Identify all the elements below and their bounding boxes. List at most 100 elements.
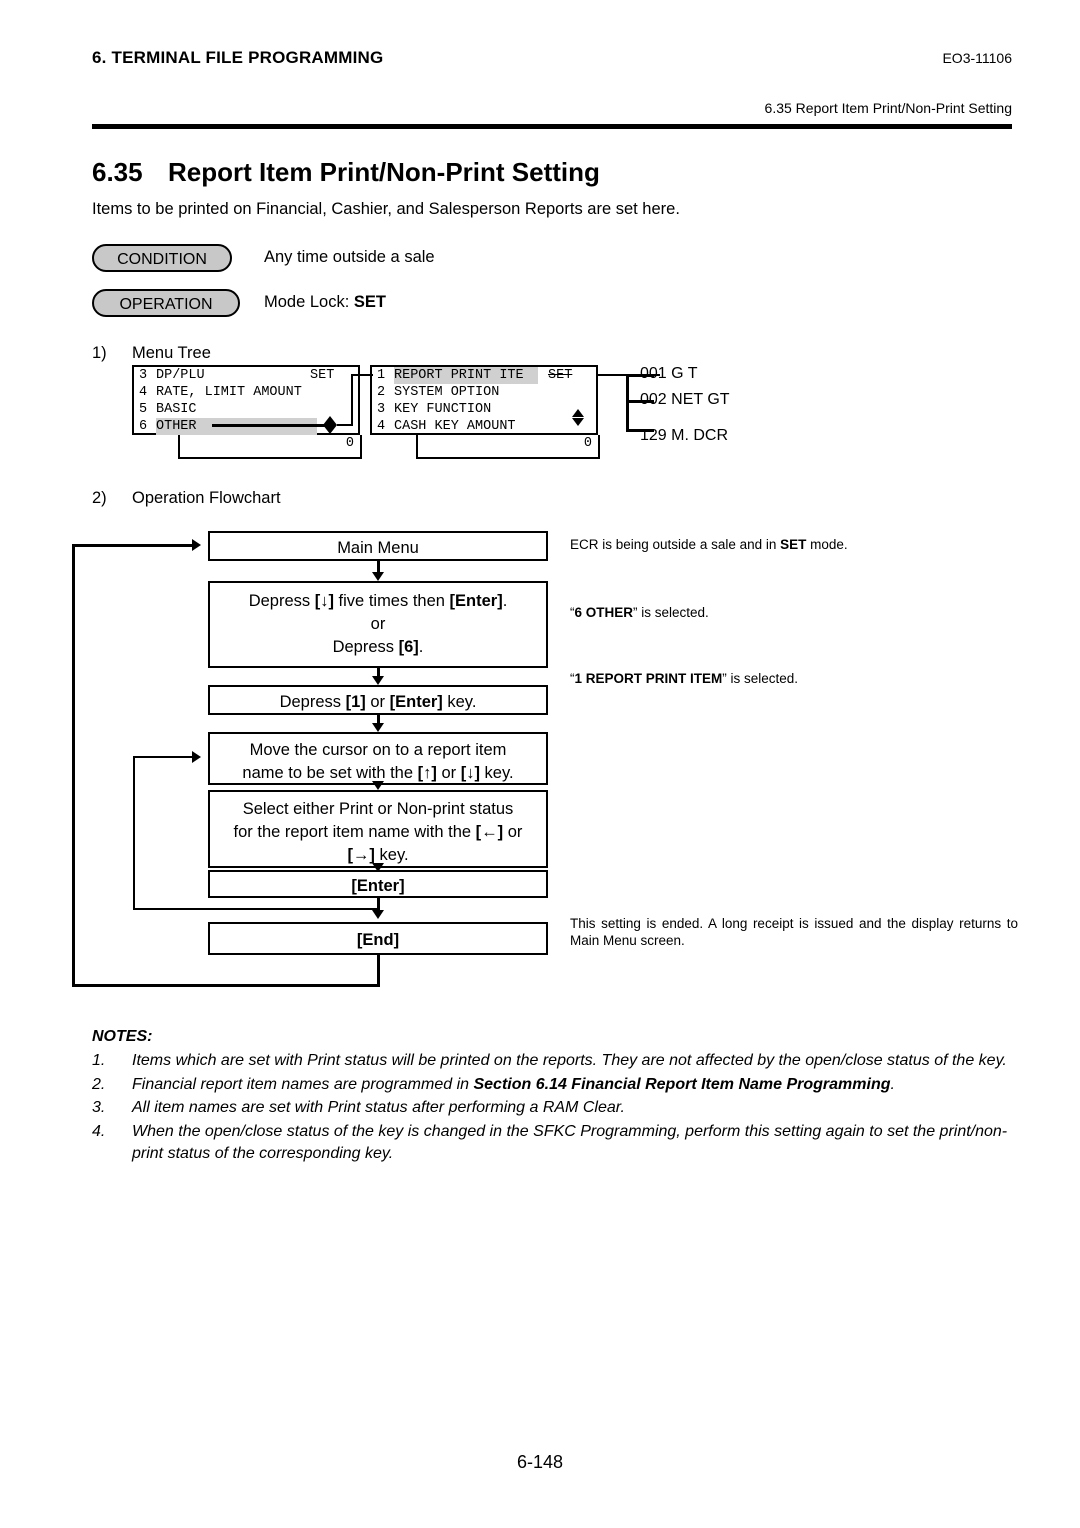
branch-item-1-code: 001	[640, 365, 667, 382]
flow-box-enter: [Enter]	[208, 870, 548, 898]
lcd-row-number: 3	[377, 402, 386, 417]
lcd-row[interactable]: 3 DP/PLU SET	[134, 367, 358, 384]
lcd-row-name: SYSTEM OPTION	[394, 385, 500, 400]
tree-connector-marker-up	[323, 416, 337, 425]
operation-mode-value: SET	[353, 293, 386, 311]
flow-box-depress-1-enter: Depress [1] or [Enter] key.	[208, 685, 548, 715]
flow-arrow-4-head	[372, 781, 384, 790]
note-item: 1. Items which are set with Print status …	[92, 1050, 1012, 1073]
page-title: Report Item Print/Non-Print Setting	[168, 157, 600, 187]
flow-box-line: Depress [1] or [Enter] key.	[279, 693, 477, 711]
flow-box-depress-down: Depress [↓] five times then [Enter]. or De…	[208, 581, 548, 668]
lcd-row-number: 5	[139, 402, 148, 417]
notes-section: NOTES: 1. Items which are set with Print …	[92, 1028, 1012, 1167]
flow-box-select-status: Select either Print or Non-print status f…	[208, 790, 548, 868]
flow-box-line: Main Menu	[337, 539, 419, 557]
branch-item-3: 129 M. DCR	[640, 427, 728, 445]
lcd-row-name: DP/PLU	[156, 368, 205, 383]
flow-annotation-3: “1 REPORT PRINT ITEM” is selected.	[570, 671, 799, 686]
branch-item-1-name: G T	[671, 365, 698, 382]
note-item: 2. Financial report item names are progra…	[92, 1074, 1012, 1097]
flow-box-line: [End]	[356, 931, 400, 949]
flow-annotation-2: “6 OTHER” is selected.	[570, 605, 709, 620]
inner-loop-arrow-head	[192, 751, 201, 763]
operation-flowchart: Main Menu Depress [↓] five times then [E…	[72, 525, 1018, 995]
flow-box-line: Select either Print or Non-print status	[242, 800, 514, 818]
lcd-row[interactable]: 1 REPORT PRINT ITE SET	[372, 367, 596, 384]
running-head: 6.35 Report Item Print/Non-Print Setting	[764, 100, 1012, 116]
inner-loop-vertical	[133, 756, 135, 910]
flow-arrow-5-head	[372, 863, 384, 872]
tree-connector-h2	[351, 374, 373, 376]
lcd-row[interactable]: 3 KEY FUNCTION	[372, 401, 596, 418]
lcd-row-number: 2	[377, 385, 386, 400]
lcd-row-number: 1	[377, 368, 386, 383]
flow-box-main-menu: Main Menu	[208, 531, 548, 561]
flow-annotation-1: ECR is being outside a sale and in SET m…	[570, 537, 848, 552]
menu-tree-diagram: 3 DP/PLU SET 4 RATE, LIMIT AMOUNT 5 BASIC 6 OTHE…	[92, 365, 792, 470]
note-text: When the open/close status of the key is…	[132, 1122, 1008, 1163]
flowchart-step-number: 2)	[92, 489, 107, 507]
note-text: All item names are set with Print status…	[132, 1099, 625, 1116]
scroll-down-arrow-icon	[572, 418, 584, 426]
tree-connector-marker-down	[323, 425, 337, 434]
notes-heading: NOTES:	[92, 1028, 153, 1045]
flow-box-line: or	[370, 615, 386, 633]
flow-box-line: Depress [6].	[332, 638, 424, 656]
operation-badge: OPERATION	[92, 289, 240, 317]
branch-item-3-code: 129	[640, 427, 667, 444]
lcd-row-mode: SET	[310, 368, 335, 383]
note-number: 3.	[92, 1099, 106, 1116]
outer-loop-vertical	[72, 544, 75, 987]
operation-text: Mode Lock: SET	[264, 293, 386, 312]
lcd-row-number: 4	[377, 419, 386, 434]
flow-box-line: Depress [↓] five times then [Enter].	[248, 592, 508, 610]
chapter-header: 6. TERMINAL FILE PROGRAMMING	[92, 48, 384, 67]
flow-arrow-6-head	[372, 910, 384, 919]
note-number: 1.	[92, 1052, 106, 1069]
inner-loop-top	[133, 756, 193, 758]
outer-loop-bottom	[72, 984, 380, 987]
lcd-row-name: BASIC	[156, 402, 197, 417]
lcd-row-name: CASH KEY AMOUNT	[394, 419, 516, 434]
tree-connector-v1	[351, 374, 353, 426]
lcd-row-name: KEY FUNCTION	[394, 402, 492, 417]
note-number: 4.	[92, 1122, 106, 1140]
lcd-row-number: 6	[139, 419, 148, 434]
lcd-row-mode: SET	[548, 368, 573, 383]
branch-vertical-line	[626, 374, 629, 432]
document-page: 6. TERMINAL FILE PROGRAMMING EO3-11106 6…	[0, 0, 1080, 1528]
section-number: 6.35	[92, 157, 143, 187]
lcd-screen-2-status-value: 0	[583, 436, 592, 451]
lcd-row-number: 4	[139, 385, 148, 400]
lcd-row[interactable]: 2 SYSTEM OPTION	[372, 384, 596, 401]
branch-item-1: 001 G T	[640, 365, 698, 383]
outer-loop-arrow-head	[192, 539, 201, 551]
note-number: 2.	[92, 1075, 106, 1093]
flow-annotation-4: This setting is ended. A long receipt is…	[570, 916, 1018, 948]
branch-item-3-name: M. DCR	[671, 427, 729, 444]
lcd-row-name: RATE, LIMIT AMOUNT	[156, 385, 302, 400]
flow-box-line: Move the cursor on to a report item	[249, 741, 507, 759]
note-text: Items which are set with Print status wi…	[132, 1052, 1007, 1069]
document-code: EO3-11106	[942, 50, 1012, 66]
lcd-row-name: REPORT PRINT ITE	[394, 367, 538, 384]
lcd-row[interactable]: 4 RATE, LIMIT AMOUNT	[134, 384, 358, 401]
flow-box-line: for the report item name with the [←] or	[233, 823, 523, 841]
tree-connector-line	[212, 424, 330, 427]
condition-badge: CONDITION	[92, 244, 232, 272]
flowchart-step-label: Operation Flowchart	[132, 489, 281, 507]
lcd-row[interactable]: 4 CASH KEY AMOUNT	[372, 418, 596, 435]
scroll-up-arrow-icon	[572, 409, 584, 417]
outer-loop-drop	[377, 955, 380, 987]
section-intro: Items to be printed on Financial, Cashie…	[92, 200, 680, 218]
branch-item-2-code: 002	[640, 391, 667, 408]
branch-item-2-name: NET GT	[671, 391, 730, 408]
outer-loop-top	[72, 544, 194, 547]
lcd-row-number: 3	[139, 368, 148, 383]
page-number: 6-148	[516, 1452, 564, 1472]
note-text: Financial report item names are programm…	[132, 1075, 895, 1093]
flow-arrow-2-head	[372, 676, 384, 685]
lcd-screen-1-status-value: 0	[345, 436, 354, 451]
flow-box-end: [End]	[208, 922, 548, 955]
